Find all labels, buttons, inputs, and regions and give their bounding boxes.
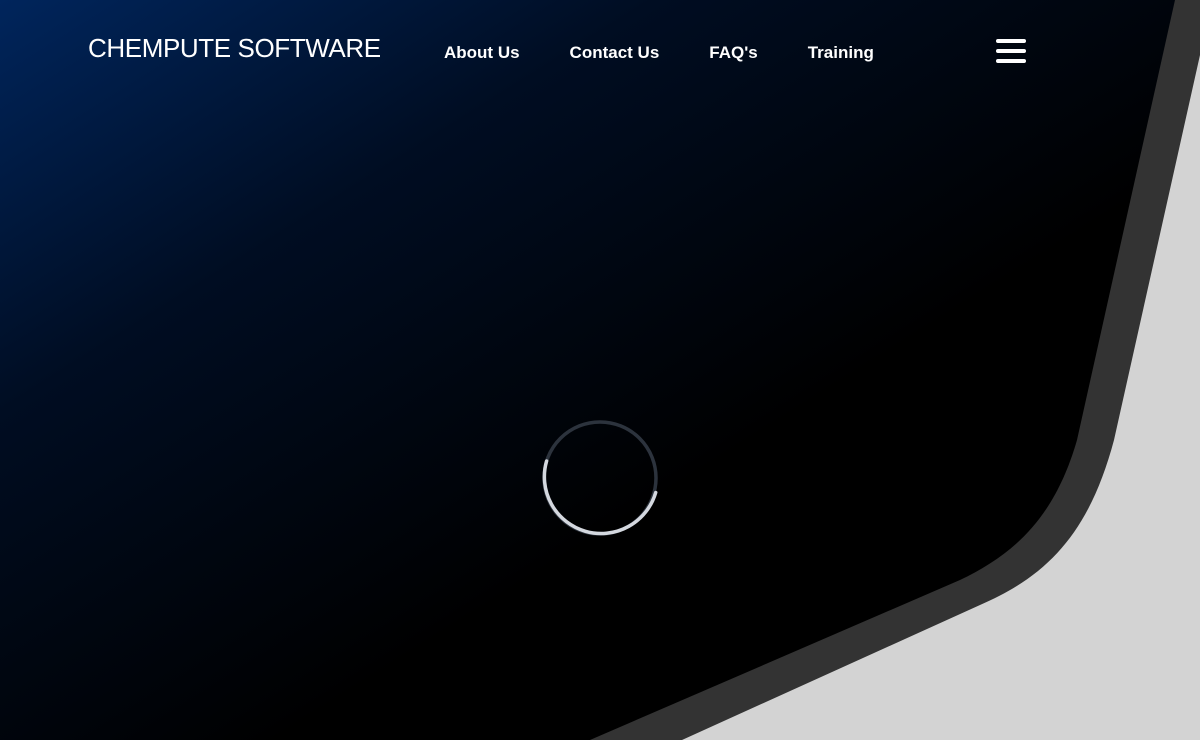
nav-faqs[interactable]: FAQ's [709,42,757,64]
hero-background [0,0,1200,740]
hamburger-menu-icon[interactable] [994,36,1028,66]
nav-about-us[interactable]: About Us [444,42,520,64]
site-header: CHEMPUTE SOFTWARE About Us Contact Us FA… [0,0,1200,100]
main-nav: About Us Contact Us FAQ's Training [444,42,874,64]
page: CHEMPUTE SOFTWARE About Us Contact Us FA… [0,0,1200,740]
menu-bar-top [996,39,1026,43]
brand-logo-text[interactable]: CHEMPUTE SOFTWARE [88,32,381,64]
loading-spinner-icon [542,420,658,536]
nav-contact-us[interactable]: Contact Us [570,42,660,64]
hero-panel [0,0,1175,740]
menu-bar-bottom [996,59,1026,63]
spinner-arc [542,459,658,536]
menu-bar-middle [996,49,1026,53]
nav-training[interactable]: Training [808,42,874,64]
